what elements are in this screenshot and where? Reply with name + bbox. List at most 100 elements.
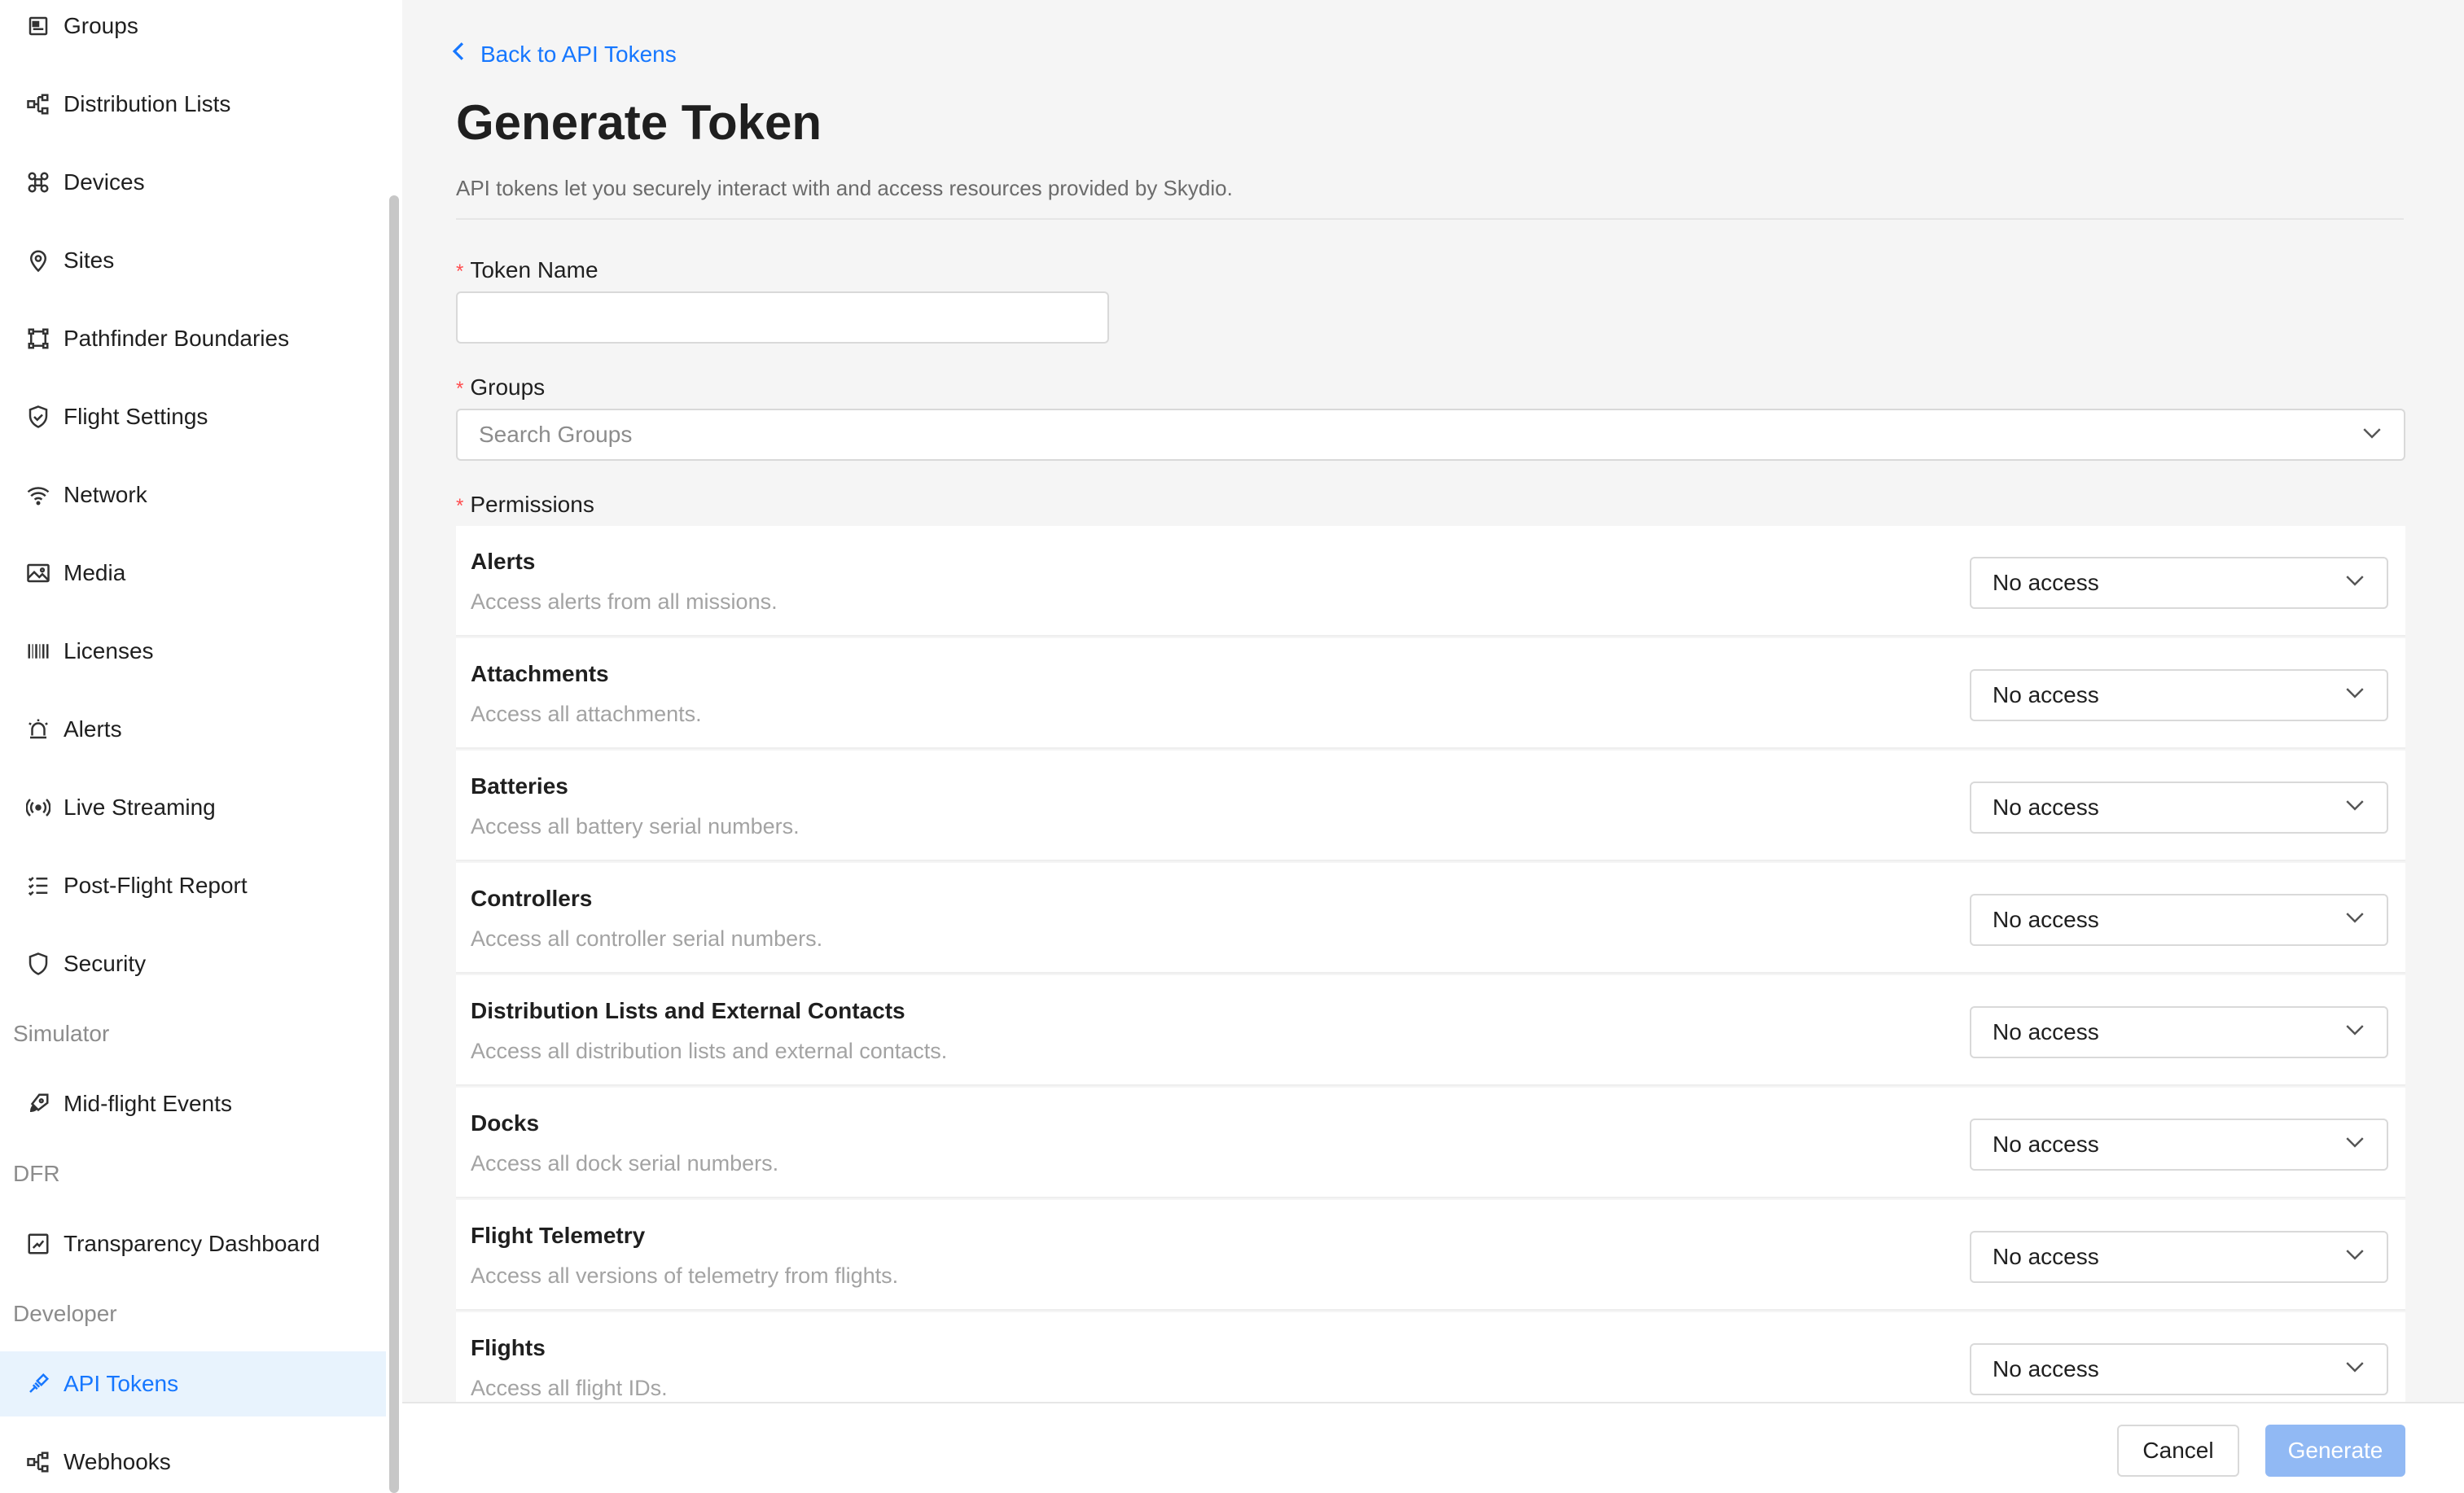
section-simulator: Simulator <box>13 1021 110 1046</box>
chevron-down-icon <box>2344 570 2365 597</box>
permission-description: Access all flight IDs. <box>471 1376 668 1400</box>
sidebar-item-label: Groups <box>64 13 138 38</box>
groups-label: * Groups <box>456 374 546 400</box>
back-link-label: Back to API Tokens <box>480 41 677 67</box>
sidebar-item-network[interactable]: Network <box>0 462 386 528</box>
drone-icon <box>24 169 52 196</box>
sidebar: Groups Distribution Lists Devices Sites … <box>0 0 402 1493</box>
sidebar-item-licenses[interactable]: Licenses <box>0 619 386 684</box>
sidebar-item-label: Mid-flight Events <box>64 1091 232 1116</box>
sidebar-item-label: Live Streaming <box>64 795 216 820</box>
sidebar-item-pathfinder-boundaries[interactable]: Pathfinder Boundaries <box>0 306 386 371</box>
permission-access-value: No access <box>1993 682 2099 707</box>
sidebar-scrollbar[interactable] <box>389 195 399 1493</box>
sidebar-item-label: Alerts <box>64 716 122 742</box>
sidebar-item-label: Security <box>64 951 147 976</box>
permission-title: Controllers <box>471 886 593 911</box>
sidebar-item-api-tokens[interactable]: API Tokens <box>0 1351 386 1416</box>
chevron-down-icon <box>2344 1356 2365 1383</box>
sidebar-item-label: Pathfinder Boundaries <box>64 326 290 351</box>
sidebar-item-label: API Tokens <box>64 1371 179 1396</box>
checklist-icon <box>24 872 52 900</box>
sidebar-item-live-streaming[interactable]: Live Streaming <box>0 775 386 840</box>
permission-title: Distribution Lists and External Contacts <box>471 998 905 1023</box>
permission-title: Flight Telemetry <box>471 1223 646 1248</box>
webhooks-icon <box>24 1448 52 1476</box>
permission-row: Attachments Access all attachments. No acc… <box>456 638 2405 749</box>
permission-row: Flight Telemetry Access all versions of t… <box>456 1200 2405 1311</box>
permission-access-select[interactable]: No access <box>1970 782 2388 834</box>
dashboard-icon <box>24 1230 52 1258</box>
sidebar-item-media[interactable]: Media <box>0 541 386 606</box>
permission-access-value: No access <box>1993 1132 2099 1157</box>
sidebar-item-label: Devices <box>64 169 145 195</box>
permission-access-select[interactable]: No access <box>1970 1231 2388 1283</box>
sidebar-item-label: Transparency Dashboard <box>64 1231 320 1256</box>
image-icon <box>24 559 52 587</box>
permission-title: Attachments <box>471 661 609 686</box>
permission-description: Access all distribution lists and extern… <box>471 1039 948 1063</box>
permission-title: Flights <box>471 1335 546 1360</box>
barcode-icon <box>24 637 52 665</box>
groups-placeholder: Search Groups <box>479 422 633 447</box>
footer-bar: Cancel Generate <box>402 1402 2464 1493</box>
sidebar-item-mid-flight-events[interactable]: Mid-flight Events <box>0 1071 386 1136</box>
sidebar-item-groups[interactable]: Groups <box>0 0 386 59</box>
permission-title: Docks <box>471 1110 540 1136</box>
chevron-down-icon <box>2344 795 2365 821</box>
permission-access-select[interactable]: No access <box>1970 1119 2388 1171</box>
permission-access-select[interactable]: No access <box>1970 669 2388 721</box>
cancel-button[interactable]: Cancel <box>2117 1425 2239 1477</box>
sidebar-item-security[interactable]: Security <box>0 931 386 996</box>
sidebar-item-label: Webhooks <box>64 1449 171 1474</box>
permission-access-select[interactable]: No access <box>1970 557 2388 609</box>
token-name-input[interactable] <box>456 291 1109 344</box>
permission-access-value: No access <box>1993 1019 2099 1044</box>
permission-title: Alerts <box>471 549 536 574</box>
divider <box>456 218 2404 220</box>
permission-access-select[interactable]: No access <box>1970 1006 2388 1058</box>
permission-description: Access all versions of telemetry from fl… <box>471 1263 899 1288</box>
sidebar-item-webhooks[interactable]: Webhooks <box>0 1430 386 1493</box>
sidebar-item-transparency-dashboard[interactable]: Transparency Dashboard <box>0 1211 386 1276</box>
sidebar-item-devices[interactable]: Devices <box>0 150 386 215</box>
sidebar-item-label: Media <box>64 560 126 585</box>
sidebar-item-alerts[interactable]: Alerts <box>0 697 386 762</box>
sidebar-item-post-flight-report[interactable]: Post-Flight Report <box>0 853 386 918</box>
permission-description: Access all controller serial numbers. <box>471 926 823 951</box>
required-mark: * <box>456 495 464 517</box>
page-title: Generate Token <box>456 95 822 150</box>
permission-row: Distribution Lists and External Contacts… <box>456 975 2405 1086</box>
permission-row: Docks Access all dock serial numbers. No a… <box>456 1088 2405 1198</box>
shield-icon <box>24 950 52 978</box>
sidebar-item-label: Licenses <box>64 638 154 663</box>
required-mark: * <box>456 261 464 282</box>
permission-description: Access all attachments. <box>471 702 702 726</box>
section-dfr: DFR <box>13 1161 60 1186</box>
permission-row: Alerts Access alerts from all missions. No… <box>456 526 2405 637</box>
permission-row: Batteries Access all battery serial numbe… <box>456 751 2405 861</box>
section-developer: Developer <box>13 1301 117 1326</box>
back-to-api-tokens-link[interactable]: Back to API Tokens <box>451 41 677 68</box>
generate-button[interactable]: Generate <box>2265 1425 2405 1477</box>
permission-access-select[interactable]: No access <box>1970 894 2388 946</box>
permission-access-value: No access <box>1993 1356 2099 1381</box>
permission-title: Batteries <box>471 773 568 799</box>
permission-access-select[interactable]: No access <box>1970 1343 2388 1395</box>
permission-access-value: No access <box>1993 570 2099 595</box>
permission-description: Access all dock serial numbers. <box>471 1151 779 1176</box>
api-icon <box>24 1370 52 1398</box>
sidebar-item-flight-settings[interactable]: Flight Settings <box>0 384 386 449</box>
sidebar-item-distribution-lists[interactable]: Distribution Lists <box>0 72 386 137</box>
permission-access-value: No access <box>1993 1244 2099 1269</box>
broadcast-icon <box>24 794 52 821</box>
main-content: Back to API Tokens Generate Token API to… <box>402 0 2464 1493</box>
location-pin-icon <box>24 247 52 274</box>
rocket-icon <box>24 1090 52 1118</box>
required-mark: * <box>456 378 464 400</box>
sidebar-item-sites[interactable]: Sites <box>0 228 386 293</box>
groups-search-select[interactable]: Search Groups <box>456 409 2405 461</box>
token-name-label: * Token Name <box>456 257 598 282</box>
chevron-down-icon <box>2361 423 2383 448</box>
wifi-icon <box>24 481 52 509</box>
